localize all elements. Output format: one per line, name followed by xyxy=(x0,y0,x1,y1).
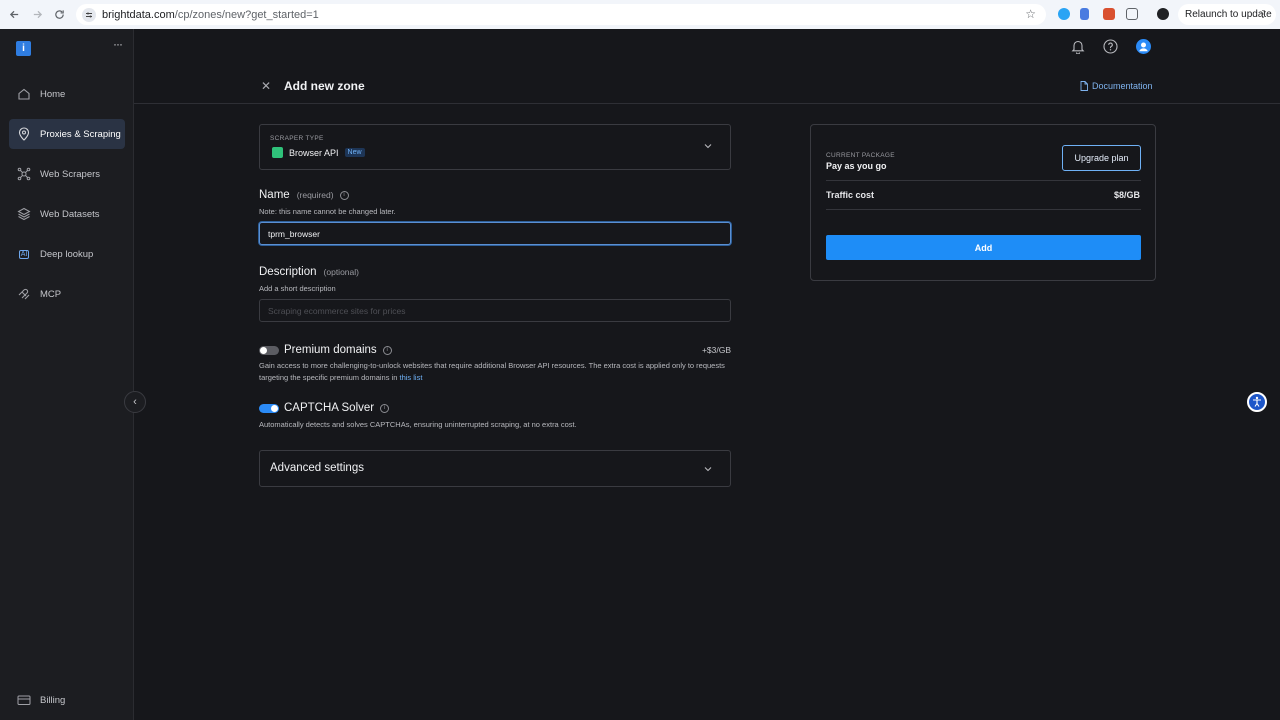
info-icon[interactable]: i xyxy=(380,403,390,413)
advanced-settings-accordion[interactable]: Advanced settings xyxy=(259,450,731,487)
name-title: Name xyxy=(259,189,290,201)
name-field-note: Note: this name cannot be changed later. xyxy=(259,207,396,216)
browser-api-icon xyxy=(272,147,283,158)
required-hint: (required) xyxy=(296,190,334,200)
premium-domains-price: +$3/GB xyxy=(701,345,731,355)
sidebar-item-label: Web Datasets xyxy=(40,208,100,220)
reload-icon[interactable] xyxy=(49,4,69,24)
more-options-icon[interactable]: ··· xyxy=(113,37,123,51)
captcha-solver-title: CAPTCHA Solver xyxy=(284,402,375,414)
browser-toolbar: brightdata.com/cp/zones/new?get_started=… xyxy=(0,0,1280,29)
collapse-sidebar-button[interactable]: ‹ xyxy=(124,391,146,413)
extensions-puzzle-icon[interactable] xyxy=(1126,8,1138,20)
help-icon[interactable] xyxy=(1102,38,1118,54)
profile-avatar-icon[interactable] xyxy=(1157,8,1169,20)
user-avatar-icon[interactable] xyxy=(1135,38,1151,54)
traffic-cost-label: Traffic cost xyxy=(826,190,875,200)
description-input[interactable] xyxy=(259,299,731,322)
extension-icon[interactable] xyxy=(1103,8,1115,20)
chevron-down-icon xyxy=(704,144,712,149)
info-icon[interactable]: i xyxy=(382,345,392,355)
add-zone-button[interactable]: Add xyxy=(826,235,1141,260)
back-icon[interactable] xyxy=(4,4,24,24)
captcha-solver-row: CAPTCHA Solver i xyxy=(259,401,731,415)
sidebar-item-label: Billing xyxy=(40,694,66,706)
chevron-down-icon xyxy=(704,467,712,472)
sidebar-item-label: Home xyxy=(40,88,66,100)
sidebar-item-proxies-scraping[interactable]: Proxies & Scraping xyxy=(9,119,125,149)
mcp-icon xyxy=(17,287,31,301)
premium-domains-row: Premium domains i +$3/GB xyxy=(259,343,731,357)
premium-domains-list-link[interactable]: this list xyxy=(399,373,422,382)
sidebar-item-label: Web Scrapers xyxy=(40,168,101,180)
premium-domains-toggle[interactable] xyxy=(259,345,279,355)
scraper-type-name: Browser API xyxy=(289,147,339,158)
sidebar-item-label: Deep lookup xyxy=(40,248,94,260)
name-input[interactable] xyxy=(259,222,731,245)
premium-domains-title: Premium domains xyxy=(284,344,377,356)
sidebar-item-mcp[interactable]: MCP xyxy=(9,279,125,309)
bookmark-star-icon[interactable]: ☆ xyxy=(1025,7,1036,21)
package-panel: CURRENT PACKAGE Pay as you go Upgrade pl… xyxy=(810,124,1156,281)
site-settings-icon[interactable] xyxy=(82,7,96,22)
name-field-title: Name (required) i xyxy=(259,189,349,201)
captcha-solver-toggle[interactable] xyxy=(259,403,279,413)
page-title: Add new zone xyxy=(284,79,365,93)
sidebar: i ··· Home Proxies & Scraping Web Scrape… xyxy=(0,29,134,720)
sidebar-item-label: MCP xyxy=(40,288,62,300)
url-path: /cp/zones/new?get_started=1 xyxy=(174,8,319,21)
scraper-type-value: Browser API New xyxy=(272,147,365,158)
sidebar-item-label: Proxies & Scraping xyxy=(40,128,121,140)
document-icon xyxy=(1080,81,1088,91)
upgrade-plan-button[interactable]: Upgrade plan xyxy=(1062,145,1141,171)
description-field-title: Description (optional) xyxy=(259,266,359,278)
brightdata-logo[interactable]: i xyxy=(16,41,31,56)
optional-hint: (optional) xyxy=(323,267,359,277)
page-header: ✕ Add new zone Documentation xyxy=(134,69,1280,104)
credit-card-icon xyxy=(17,693,31,707)
sidebar-item-web-scrapers[interactable]: Web Scrapers xyxy=(9,159,125,189)
sidebar-item-deep-lookup[interactable]: AI Deep lookup xyxy=(9,239,125,269)
relaunch-button[interactable]: Relaunch to update ⋮ xyxy=(1178,4,1276,25)
info-icon[interactable]: i xyxy=(339,190,349,200)
toggle-knob xyxy=(260,346,267,354)
extension-icon[interactable] xyxy=(1058,8,1070,20)
url-text: brightdata.com/cp/zones/new?get_started=… xyxy=(102,9,319,21)
current-package-label: CURRENT PACKAGE xyxy=(826,152,895,159)
toggle-knob xyxy=(271,404,278,412)
home-icon xyxy=(17,87,31,101)
premium-domains-desc-text: Gain access to more challenging-to-unloc… xyxy=(259,361,725,382)
accessibility-icon[interactable] xyxy=(1247,392,1267,412)
documentation-link[interactable]: Documentation xyxy=(1080,81,1153,91)
description-field-note: Add a short description xyxy=(259,284,336,293)
captcha-solver-description: Automatically detects and solves CAPTCHA… xyxy=(259,420,577,429)
divider xyxy=(826,209,1141,210)
url-host: brightdata.com xyxy=(102,8,175,21)
scraper-type-label: SCRAPER TYPE xyxy=(270,135,324,142)
extension-icon[interactable] xyxy=(1080,8,1089,20)
notifications-bell-icon[interactable] xyxy=(1070,38,1086,54)
documentation-label: Documentation xyxy=(1092,81,1153,91)
sidebar-item-home[interactable]: Home xyxy=(9,79,125,109)
address-bar[interactable]: brightdata.com/cp/zones/new?get_started=… xyxy=(76,4,1046,25)
advanced-settings-title: Advanced settings xyxy=(270,462,364,474)
forward-icon[interactable] xyxy=(27,4,47,24)
layers-icon xyxy=(17,207,31,221)
description-title: Description xyxy=(259,266,317,278)
ai-icon: AI xyxy=(17,247,31,261)
location-pin-icon xyxy=(17,127,31,141)
divider xyxy=(826,180,1141,181)
network-icon xyxy=(17,167,31,181)
sidebar-item-web-datasets[interactable]: Web Datasets xyxy=(9,199,125,229)
scraper-type-select[interactable]: SCRAPER TYPE Browser API New xyxy=(259,124,731,170)
traffic-cost-value: $8/GB xyxy=(1113,190,1140,200)
premium-domains-description: Gain access to more challenging-to-unloc… xyxy=(259,360,731,383)
sidebar-item-billing[interactable]: Billing xyxy=(9,685,125,715)
new-badge: New xyxy=(344,148,365,157)
ai-icon-text: AI xyxy=(18,249,30,259)
close-icon[interactable]: ✕ xyxy=(261,79,271,93)
browser-menu-icon[interactable]: ⋮ xyxy=(1258,9,1268,20)
current-package-value: Pay as you go xyxy=(826,161,887,171)
